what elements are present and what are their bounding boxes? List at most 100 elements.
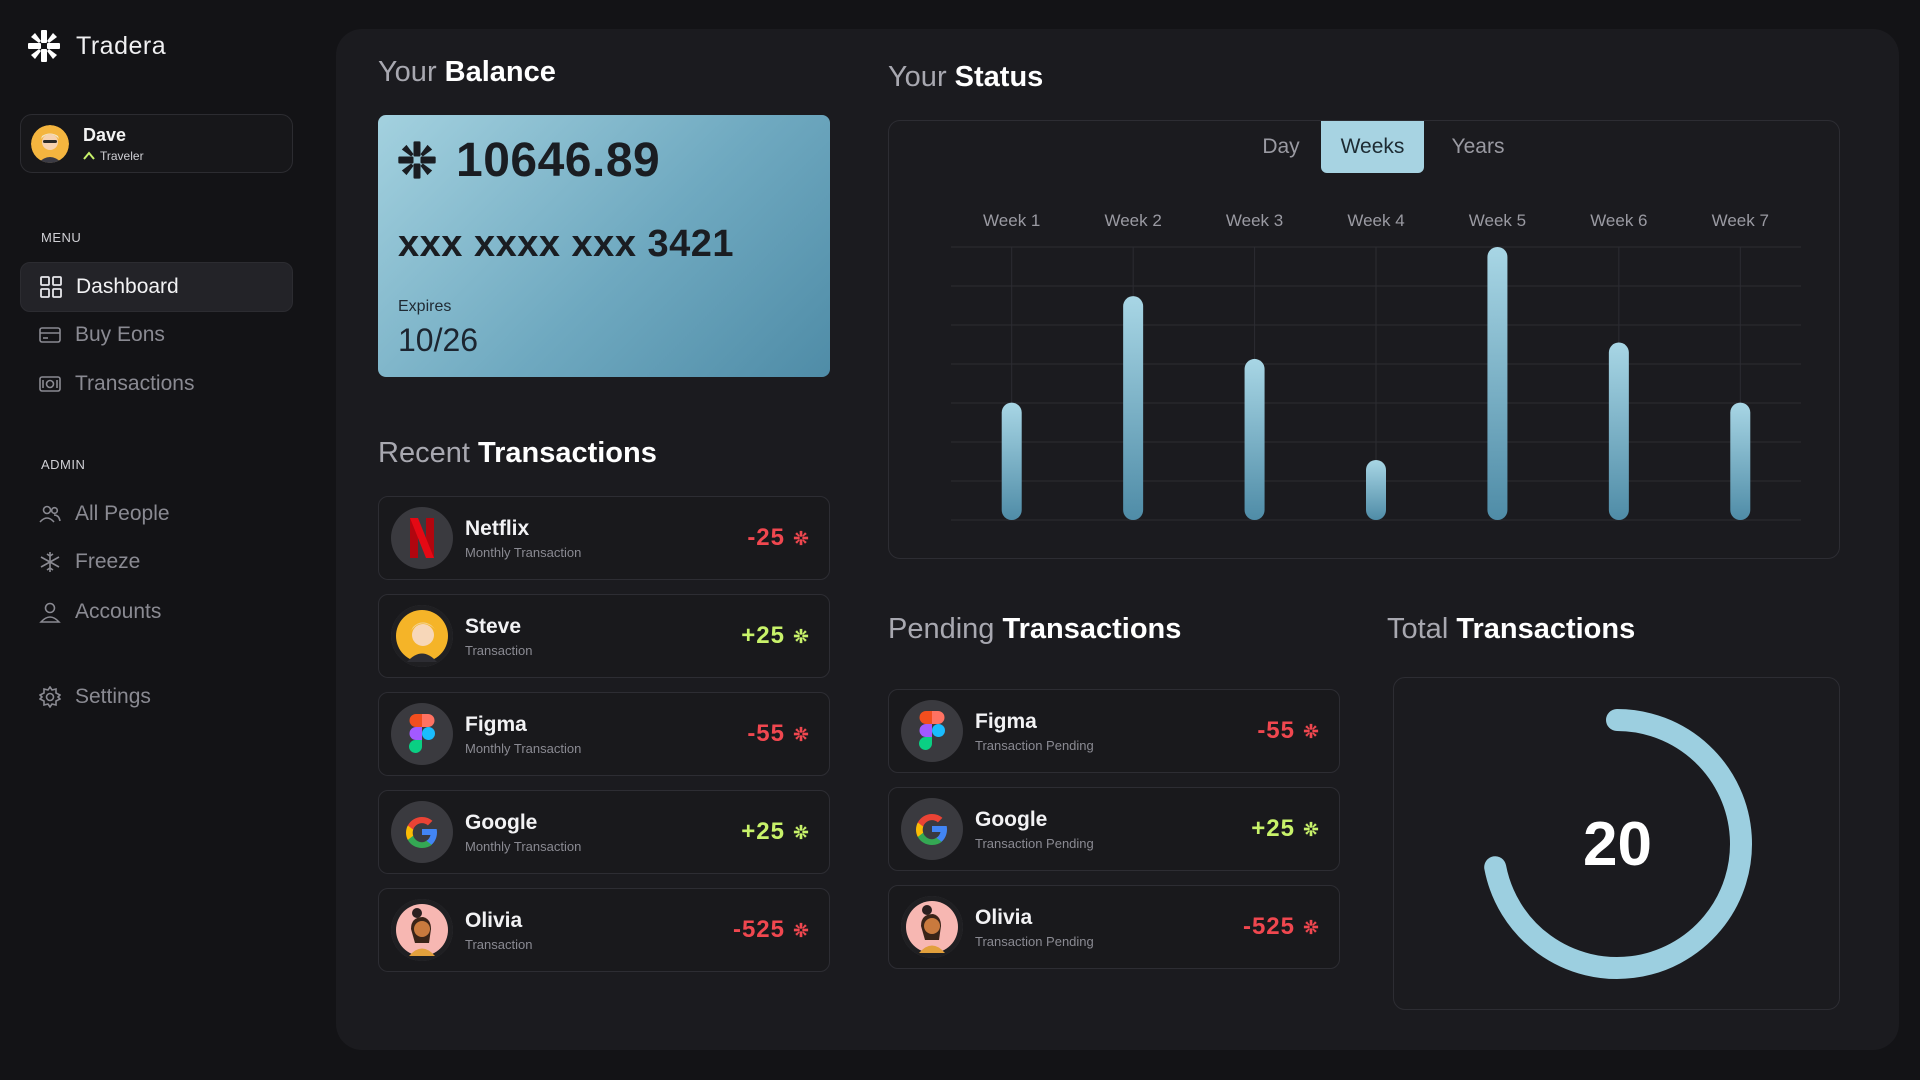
sidebar: Tradera Dave Traveler MENU Dashboard Buy…	[0, 0, 320, 1080]
nav-accounts-label: Accounts	[75, 600, 162, 623]
tx-amount: +25	[741, 818, 809, 846]
pending-title-light: Pending	[888, 613, 995, 645]
tx-amount-value: -55	[747, 720, 785, 747]
recent-tx-steve[interactable]: Steve Transaction +25	[378, 594, 830, 678]
nav-dashboard[interactable]: Dashboard	[20, 262, 293, 312]
gear-icon	[39, 686, 61, 708]
chart-bar[interactable]	[1608, 342, 1629, 520]
tx-name: Steve	[465, 614, 522, 638]
tx-name: Olivia	[465, 908, 523, 932]
nav-dashboard-label: Dashboard	[76, 275, 179, 298]
pending-title: Pending Transactions	[888, 613, 1181, 646]
brand[interactable]: Tradera	[26, 28, 166, 64]
status-title: Your Status	[888, 61, 1043, 94]
weekly-bar-chart: Week 1 Week 2 Week 3 Week 4 Week 5 Week 6 Week…	[951, 211, 1801, 521]
steve-avatar-icon	[391, 605, 453, 667]
recent-tx-google[interactable]: Google Monthly Transaction +25	[378, 790, 830, 874]
tx-amount-value: +25	[741, 818, 785, 845]
tx-amount-value: +25	[1251, 815, 1295, 842]
recent-tx-figma[interactable]: Figma Monthly Transaction -55	[378, 692, 830, 776]
tx-amount: -525	[733, 916, 809, 944]
balance-title: Your Balance	[378, 56, 556, 89]
pending-tx-google[interactable]: Google Transaction Pending +25	[888, 787, 1340, 871]
nav-freeze[interactable]: Freeze	[20, 537, 293, 587]
tx-name: Google	[975, 807, 1048, 831]
tx-amount: +25	[741, 622, 809, 650]
eon-currency-icon	[398, 141, 436, 179]
nav-settings[interactable]: Settings	[20, 672, 293, 722]
chart-x-tick-label: Week 7	[1712, 211, 1769, 230]
recent-title-light: Recent	[378, 437, 470, 469]
balance-card[interactable]: 10646.89 xxx xxxx xxx 3421 Expires 10/26	[378, 115, 830, 377]
nav-all-people[interactable]: All People	[20, 489, 293, 539]
tx-subtitle: Transaction Pending	[975, 933, 1094, 949]
chart-x-tick-label: Week 4	[1347, 211, 1404, 230]
google-logo-icon	[391, 801, 453, 863]
tx-subtitle: Transaction Pending	[975, 835, 1094, 851]
balance-title-bold: Balance	[444, 56, 556, 88]
nav-transactions[interactable]: Transactions	[20, 359, 293, 409]
tx-subtitle: Transaction	[465, 936, 533, 952]
chart-bar[interactable]	[1366, 459, 1386, 520]
chart-bar[interactable]	[1244, 358, 1265, 520]
tx-subtitle: Transaction	[465, 642, 533, 658]
dashboard-icon	[40, 276, 62, 298]
user-icon	[39, 602, 61, 623]
status-title-bold: Status	[954, 61, 1044, 93]
google-logo-icon	[901, 798, 963, 860]
chart-x-tick-label: Week 6	[1590, 211, 1647, 230]
eon-icon	[1303, 919, 1319, 935]
nav-buy-eons[interactable]: Buy Eons	[20, 310, 293, 360]
tx-subtitle: Monthly Transaction	[465, 838, 582, 854]
nav-accounts[interactable]: Accounts	[20, 587, 293, 637]
chart-bar[interactable]	[1123, 296, 1144, 520]
tx-amount-value: +25	[741, 622, 785, 649]
admin-section-label: ADMIN	[41, 457, 86, 472]
pending-tx-figma[interactable]: Figma Transaction Pending -55	[888, 689, 1340, 773]
user-card[interactable]: Dave Traveler	[20, 114, 293, 173]
user-name: Dave	[83, 124, 127, 145]
nav-all-people-label: All People	[75, 502, 170, 525]
card-icon	[39, 327, 61, 343]
total-title: Total Transactions	[1387, 613, 1635, 646]
olivia-avatar-icon	[901, 896, 963, 958]
chart-x-tick-label: Week 3	[1226, 211, 1283, 230]
chart-bar[interactable]	[1730, 402, 1751, 520]
nav-freeze-label: Freeze	[75, 550, 141, 573]
expires-label: Expires	[398, 298, 452, 315]
chart-bar[interactable]	[1001, 402, 1022, 520]
eon-icon	[793, 530, 809, 546]
olivia-avatar-icon	[391, 899, 453, 961]
tx-subtitle: Transaction Pending	[975, 737, 1094, 753]
menu-section-label: MENU	[41, 230, 82, 245]
status-chart-panel: Day Weeks Years Week 1 Week 2 Week 3 Week 4…	[888, 120, 1840, 559]
card-number: xxx xxxx xxx 3421	[398, 223, 735, 265]
chart-bar[interactable]	[1487, 247, 1508, 520]
tx-amount: -55	[1257, 717, 1319, 745]
user-avatar	[31, 124, 69, 163]
cash-icon	[39, 376, 61, 392]
tx-amount-value: -55	[1257, 717, 1295, 744]
tx-amount: -525	[1243, 913, 1319, 941]
people-icon	[39, 505, 61, 523]
balance-title-light: Your	[378, 56, 437, 88]
total-transactions-value: 20	[1583, 810, 1652, 879]
total-transactions-panel: 20	[1393, 677, 1840, 1010]
user-role-label: Traveler	[100, 148, 144, 163]
total-title-light: Total	[1387, 613, 1449, 645]
nav-buy-eons-label: Buy Eons	[75, 323, 165, 346]
pending-tx-olivia[interactable]: Olivia Transaction Pending -525	[888, 885, 1340, 969]
recent-tx-netflix[interactable]: Netflix Monthly Transaction -25	[378, 496, 830, 580]
netflix-logo-icon	[391, 507, 453, 569]
pending-title-bold: Transactions	[1002, 613, 1182, 645]
tx-amount-value: -25	[747, 524, 785, 551]
eon-icon	[793, 824, 809, 840]
brand-name: Tradera	[76, 31, 167, 60]
chevron-up-icon	[83, 150, 95, 160]
eon-icon	[793, 726, 809, 742]
tx-amount-value: -525	[732, 916, 785, 943]
chart-x-tick-label: Week 5	[1469, 211, 1526, 230]
tx-name: Figma	[975, 709, 1037, 733]
tx-name: Google	[465, 810, 538, 834]
recent-tx-olivia[interactable]: Olivia Transaction -525	[378, 888, 830, 972]
